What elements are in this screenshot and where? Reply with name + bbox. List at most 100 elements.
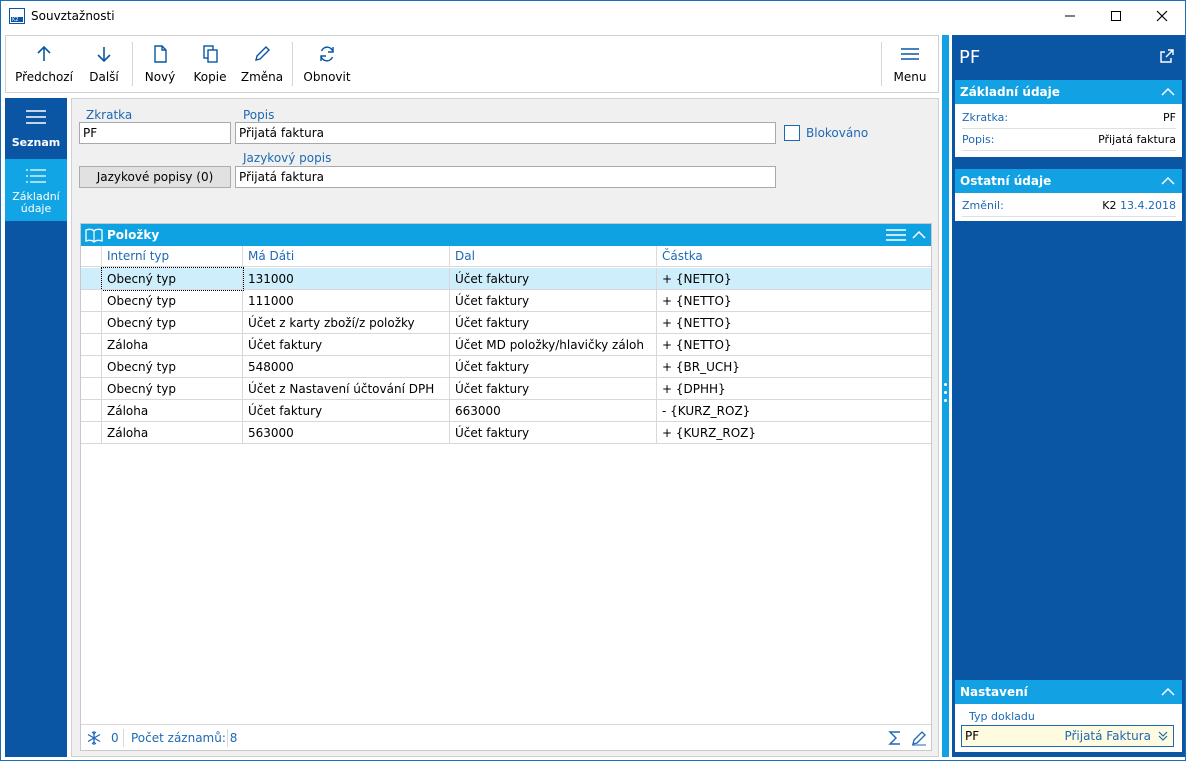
nav-item-list[interactable]: Seznam (5, 98, 67, 158)
other-data-section: Změnil: K2 13.4.2018 (955, 193, 1182, 221)
filter-snowflake-icon[interactable] (86, 730, 102, 746)
cell-credit[interactable]: Účet faktury (450, 312, 657, 334)
settings-title: Nastavení (960, 685, 1028, 699)
previous-button[interactable]: Předchozí (14, 36, 74, 92)
edit-pencil-icon[interactable] (911, 730, 927, 746)
cell-credit[interactable]: Účet faktury (450, 290, 657, 312)
cell-debit[interactable]: 548000 (243, 356, 450, 378)
grid-footer: 0 Počet záznamů: 8 (81, 724, 931, 750)
collapse-chevron-icon[interactable] (1160, 85, 1176, 99)
document-type-field[interactable]: PF Přijatá Faktura (961, 725, 1174, 747)
cell-credit[interactable]: Účet faktury (450, 378, 657, 400)
panel-splitter[interactable] (942, 35, 949, 757)
language-descriptions-button[interactable]: Jazykové popisy (0) (79, 166, 231, 188)
table-row[interactable]: Obecný typ 111000 Účet faktury + {NETTO} (81, 290, 931, 312)
description-row: Popis: Přijatá faktura (962, 129, 1176, 151)
app-window: K2 Souvztažnosti Předchozí Další Nový Ko… (0, 0, 1186, 761)
cell-amount[interactable]: + {BR_UCH} (657, 356, 931, 378)
nav-item-basic-data[interactable]: Základní údaje (5, 159, 67, 221)
cell-credit[interactable]: Účet faktury (450, 356, 657, 378)
table-row[interactable]: Obecný typ 131000 Účet faktury + {NETTO} (81, 267, 931, 291)
settings-section-header[interactable]: Nastavení (955, 680, 1182, 704)
cell-internal-type[interactable]: Obecný typ (102, 378, 243, 400)
cell-internal-type[interactable]: Obecný typ (101, 267, 244, 291)
cell-amount[interactable]: + {NETTO} (657, 334, 931, 356)
cell-internal-type[interactable]: Obecný typ (102, 356, 243, 378)
row-indicator (81, 378, 102, 400)
toolbar: Předchozí Další Nový Kopie Změna Obnovit… (5, 35, 939, 93)
close-button[interactable] (1139, 1, 1185, 31)
collapse-chevron-icon[interactable] (1160, 174, 1176, 188)
cell-internal-type[interactable]: Záloha (102, 422, 243, 444)
copy-icon (203, 45, 218, 63)
cell-debit[interactable]: Účet faktury (243, 400, 450, 422)
cell-amount[interactable]: - {KURZ_ROZ} (657, 400, 931, 422)
minimize-button[interactable] (1047, 1, 1093, 31)
cell-debit[interactable]: 563000 (243, 422, 450, 444)
open-external-icon[interactable] (1159, 48, 1175, 64)
column-header-amount[interactable]: Částka (657, 246, 931, 267)
table-row[interactable]: Obecný typ Účet z Nastavení účtování DPH Ú… (81, 378, 931, 400)
new-button[interactable]: Nový (142, 36, 178, 92)
row-indicator (81, 356, 102, 378)
cell-amount[interactable]: + {DPHH} (657, 378, 931, 400)
cell-credit[interactable]: Účet faktury (450, 268, 657, 290)
cell-debit[interactable]: 111000 (243, 290, 450, 312)
left-navigation: Seznam Základní údaje (5, 98, 67, 757)
copy-button[interactable]: Kopie (190, 36, 230, 92)
collapse-chevron-icon[interactable] (1160, 685, 1176, 699)
cell-debit[interactable]: Účet faktury (243, 334, 450, 356)
items-grid-header: Položky (81, 224, 931, 246)
sum-icon[interactable] (887, 730, 903, 746)
table-row[interactable]: Obecný typ 548000 Účet faktury + {BR_UCH} (81, 356, 931, 378)
maximize-button[interactable] (1093, 1, 1139, 31)
cell-credit[interactable]: Účet faktury (450, 422, 657, 444)
record-count: Počet záznamů: 8 (131, 731, 238, 745)
cell-internal-type[interactable]: Obecný typ (102, 290, 243, 312)
code-field[interactable]: PF (79, 122, 231, 144)
cell-internal-type[interactable]: Záloha (102, 400, 243, 422)
code-label: Zkratka (86, 108, 133, 122)
arrow-up-icon (37, 45, 51, 61)
code-row: Zkratka: PF (962, 107, 1176, 129)
refresh-button[interactable]: Obnovit (300, 36, 354, 92)
cell-amount[interactable]: + {KURZ_ROZ} (657, 422, 931, 444)
table-row[interactable]: Záloha Účet faktury Účet MD položky/hlavič… (81, 334, 931, 356)
toolbar-separator (881, 42, 882, 86)
blocked-checkbox[interactable] (784, 125, 800, 141)
k2-app-icon: K2 (9, 8, 25, 24)
menu-button[interactable]: Menu (890, 36, 930, 92)
table-row[interactable]: Záloha Účet faktury 663000- {KURZ_ROZ} (81, 400, 931, 422)
new-label: Nový (144, 70, 176, 84)
cell-internal-type[interactable]: Záloha (102, 334, 243, 356)
cell-amount[interactable]: + {NETTO} (657, 290, 931, 312)
table-row[interactable]: Obecný typ Účet z karty zboží/z položky Úč… (81, 312, 931, 334)
title-bar: K2 Souvztažnosti (1, 1, 1185, 31)
cell-debit[interactable]: 131000 (243, 268, 450, 290)
next-button[interactable]: Další (84, 36, 124, 92)
other-data-section-header[interactable]: Ostatní údaje (955, 169, 1182, 193)
basic-data-section-header[interactable]: Základní údaje (955, 80, 1182, 104)
cell-credit[interactable]: Účet MD položky/hlavičky záloh (450, 334, 657, 356)
description-field[interactable]: Přijatá faktura (235, 122, 776, 144)
changed-date: 13.4.2018 (1120, 199, 1176, 212)
language-description-field[interactable]: Přijatá faktura (235, 166, 776, 188)
grid-menu-icon[interactable] (886, 228, 906, 242)
cell-amount[interactable]: + {NETTO} (657, 312, 931, 334)
description-value: Přijatá faktura (1098, 133, 1176, 146)
column-header-debit[interactable]: Má Dáti (243, 246, 450, 267)
right-info-panel: PF Základní údaje Zkratka: PF Popis: Při… (952, 35, 1185, 757)
dropdown-chevrons-icon[interactable] (1157, 730, 1169, 742)
minimize-icon (1065, 15, 1075, 17)
table-row[interactable]: Záloha 563000 Účet faktury + {KURZ_ROZ} (81, 422, 931, 444)
collapse-chevron-icon[interactable] (911, 228, 927, 242)
cell-amount[interactable]: + {NETTO} (657, 268, 931, 290)
cell-debit[interactable]: Účet z Nastavení účtování DPH (243, 378, 450, 400)
cell-internal-type[interactable]: Obecný typ (102, 312, 243, 334)
edit-button[interactable]: Změna (240, 36, 284, 92)
column-header-credit[interactable]: Dal (450, 246, 657, 267)
refresh-icon (320, 46, 334, 62)
cell-credit[interactable]: 663000 (450, 400, 657, 422)
column-header-internal-type[interactable]: Interní typ (102, 246, 243, 267)
cell-debit[interactable]: Účet z karty zboží/z položky (243, 312, 450, 334)
